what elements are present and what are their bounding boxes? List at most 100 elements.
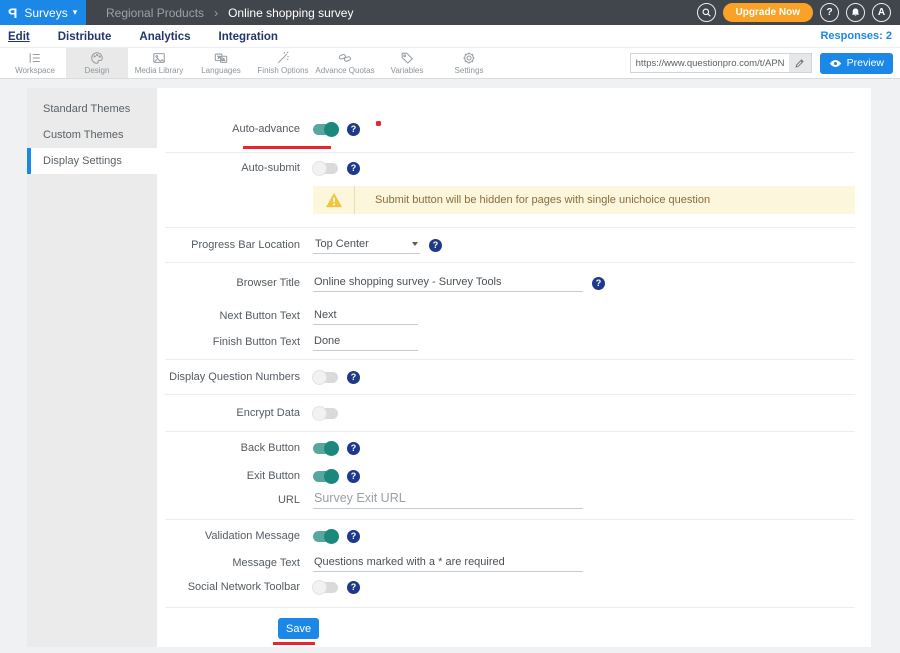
- social-network-toolbar-label: Social Network Toolbar: [157, 581, 300, 593]
- notifications-bell-icon[interactable]: [846, 3, 865, 22]
- form-row-exit-url: URL: [157, 488, 871, 512]
- toolbar-item-label: Settings: [455, 66, 484, 75]
- toolbar-item-label: Languages: [201, 66, 241, 75]
- design-toolbar: Workspace Design Media Library Languages…: [0, 48, 900, 79]
- tab-edit[interactable]: Edit: [8, 29, 30, 43]
- next-button-text-input[interactable]: [313, 307, 418, 325]
- edit-url-pencil-icon[interactable]: [789, 54, 811, 72]
- help-icon[interactable]: ?: [820, 3, 839, 22]
- toolbar-item-variables[interactable]: Variables: [376, 48, 438, 78]
- warning-text: Submit button will be hidden for pages w…: [355, 194, 710, 206]
- toolbar-right: Preview: [630, 48, 900, 78]
- toggle-knob: [324, 469, 339, 484]
- message-text-input[interactable]: [313, 554, 583, 572]
- finish-options-wand-icon: [276, 51, 290, 65]
- form-row-auto-advance: Auto-advance ?: [157, 106, 871, 152]
- browser-title-help-icon[interactable]: ?: [592, 277, 605, 290]
- tab-distribute[interactable]: Distribute: [58, 29, 112, 43]
- breadcrumb: Regional Products › Online shopping surv…: [106, 0, 353, 25]
- encrypt-data-toggle[interactable]: [313, 408, 338, 419]
- sidebar-item-custom-themes[interactable]: Custom Themes: [27, 122, 157, 148]
- auto-advance-label: Auto-advance: [157, 123, 300, 135]
- annotation-red-underline-auto-advance: [243, 146, 331, 149]
- finish-button-text-input[interactable]: [313, 333, 418, 351]
- toolbar-item-media-library[interactable]: Media Library: [128, 48, 190, 78]
- save-button[interactable]: Save: [278, 618, 319, 639]
- preview-button[interactable]: Preview: [820, 53, 893, 74]
- display-question-numbers-help-icon[interactable]: ?: [347, 371, 360, 384]
- workspace-icon: [28, 51, 42, 65]
- media-library-icon: [152, 51, 166, 65]
- upgrade-now-button[interactable]: Upgrade Now: [723, 3, 813, 22]
- breadcrumb-current[interactable]: Online shopping survey: [228, 6, 353, 20]
- survey-url-input[interactable]: [631, 54, 789, 72]
- product-switcher[interactable]: P Surveys ▾: [0, 0, 86, 25]
- social-network-toolbar-help-icon[interactable]: ?: [347, 581, 360, 594]
- advance-quotas-icon: [338, 51, 352, 65]
- toolbar-item-settings[interactable]: Settings: [438, 48, 500, 78]
- toolbar-item-finish-options[interactable]: Finish Options: [252, 48, 314, 78]
- submit-hidden-warning: Submit button will be hidden for pages w…: [313, 186, 855, 214]
- chevron-down-icon: ▾: [73, 7, 78, 18]
- auto-advance-help-icon[interactable]: ?: [347, 123, 360, 136]
- toggle-knob: [312, 370, 327, 385]
- tab-analytics[interactable]: Analytics: [139, 29, 190, 43]
- exit-url-input[interactable]: [313, 491, 583, 509]
- validation-message-help-icon[interactable]: ?: [347, 530, 360, 543]
- exit-button-toggle[interactable]: [313, 471, 338, 482]
- toolbar-item-label: Variables: [391, 66, 424, 75]
- search-icon[interactable]: [697, 3, 716, 22]
- themes-sidebar: Standard Themes Custom Themes Display Se…: [27, 88, 157, 647]
- topbar-actions: Upgrade Now ? A: [697, 0, 900, 25]
- next-button-text-label: Next Button Text: [157, 310, 300, 322]
- form-row-finish-button-text: Finish Button Text: [157, 329, 871, 355]
- back-button-toggle[interactable]: [313, 443, 338, 454]
- back-button-help-icon[interactable]: ?: [347, 442, 360, 455]
- sidebar-item-standard-themes[interactable]: Standard Themes: [27, 96, 157, 122]
- variables-tag-icon: [400, 51, 414, 65]
- toolbar-item-languages[interactable]: Languages: [190, 48, 252, 78]
- spacer: [157, 512, 871, 519]
- progress-bar-help-icon[interactable]: ?: [429, 239, 442, 252]
- toolbar-item-label: Advance Quotas: [315, 66, 374, 75]
- languages-icon: [214, 51, 228, 65]
- toolbar-item-label: Design: [85, 66, 110, 75]
- toolbar-item-label: Finish Options: [257, 66, 308, 75]
- display-settings-form: Auto-advance ? Auto-submit ?: [157, 88, 871, 647]
- progress-bar-location-select[interactable]: Top Center: [313, 236, 420, 254]
- row-separator: [165, 607, 855, 608]
- form-row-social-network-toolbar: Social Network Toolbar ?: [157, 574, 871, 600]
- encrypt-data-label: Encrypt Data: [157, 407, 300, 419]
- avatar[interactable]: A: [872, 3, 891, 22]
- exit-button-help-icon[interactable]: ?: [347, 470, 360, 483]
- toolbar-item-label: Media Library: [135, 66, 183, 75]
- toggle-knob: [312, 161, 327, 176]
- display-question-numbers-toggle[interactable]: [313, 372, 338, 383]
- form-row-next-button-text: Next Button Text: [157, 303, 871, 329]
- social-network-toolbar-toggle[interactable]: [313, 582, 338, 593]
- browser-title-input[interactable]: [313, 274, 583, 292]
- toggle-knob: [324, 529, 339, 544]
- annotation-red-underline-save: [273, 642, 315, 645]
- tab-integration[interactable]: Integration: [219, 29, 278, 43]
- back-button-label: Back Button: [157, 442, 300, 454]
- save-area: Save: [157, 618, 871, 639]
- toolbar-item-workspace[interactable]: Workspace: [4, 48, 66, 78]
- spacer: [157, 600, 871, 607]
- auto-advance-toggle[interactable]: [313, 124, 338, 135]
- sidebar-item-display-settings[interactable]: Display Settings: [27, 148, 157, 174]
- toolbar-item-advance-quotas[interactable]: Advance Quotas: [314, 48, 376, 78]
- auto-submit-help-icon[interactable]: ?: [347, 162, 360, 175]
- toggle-knob: [312, 580, 327, 595]
- validation-message-toggle[interactable]: [313, 531, 338, 542]
- form-row-message-text: Message Text: [157, 552, 871, 574]
- toolbar-item-design[interactable]: Design: [66, 48, 128, 78]
- form-row-validation-message: Validation Message ?: [157, 520, 871, 552]
- display-question-numbers-label: Display Question Numbers: [157, 371, 300, 383]
- breadcrumb-parent[interactable]: Regional Products: [106, 6, 204, 20]
- product-name: Surveys: [24, 6, 67, 20]
- responses-count[interactable]: Responses: 2: [820, 30, 892, 42]
- page-body: Standard Themes Custom Themes Display Se…: [0, 79, 900, 653]
- browser-title-label: Browser Title: [157, 277, 300, 289]
- auto-submit-toggle[interactable]: [313, 163, 338, 174]
